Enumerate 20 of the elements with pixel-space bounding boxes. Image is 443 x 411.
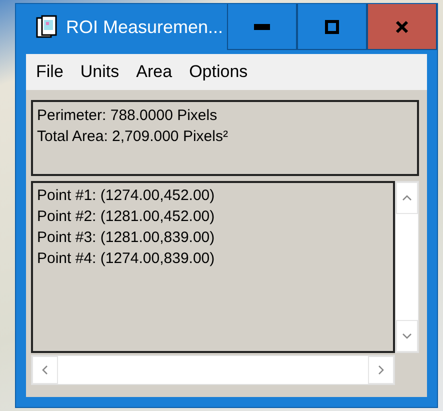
close-icon xyxy=(395,20,409,34)
app-icon xyxy=(36,15,58,39)
menu-item[interactable]: Options xyxy=(189,62,248,82)
summary-line: Total Area: 2,709.000 Pixels² xyxy=(37,127,229,147)
close-button[interactable] xyxy=(367,4,437,50)
minimize-button[interactable] xyxy=(227,4,297,50)
point-entry: Point #2: (1281.00,452.00) xyxy=(37,207,216,227)
window-title: ROI Measuremen... xyxy=(66,16,224,38)
menu-item[interactable]: Units xyxy=(80,62,120,82)
maximize-icon xyxy=(325,20,339,34)
menu-item[interactable]: File xyxy=(36,62,64,82)
point-entry: Point #1: (1274.00,452.00) xyxy=(37,186,216,206)
horizontal-scrollbar[interactable] xyxy=(31,355,395,385)
vertical-scrollbar[interactable] xyxy=(395,181,419,353)
menu-item[interactable]: Area xyxy=(136,62,172,82)
summary-line: Perimeter: 788.0000 Pixels xyxy=(37,106,218,126)
minimize-icon xyxy=(254,24,270,30)
maximize-button[interactable] xyxy=(297,4,367,50)
point-entry: Point #4: (1274.00,839.00) xyxy=(37,249,216,269)
point-entry: Point #3: (1281.00,839.00) xyxy=(37,228,216,248)
